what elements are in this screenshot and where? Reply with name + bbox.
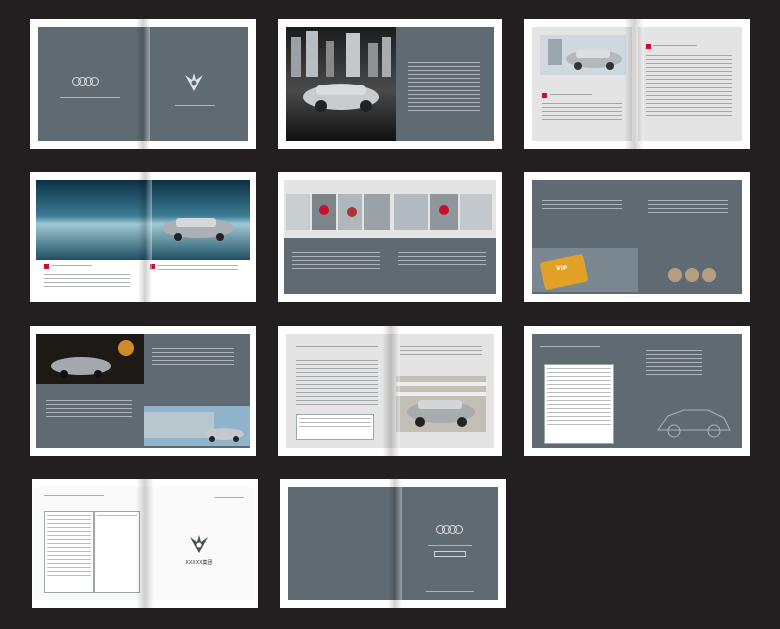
page-left: [532, 334, 638, 448]
company-name: XXXXX集团: [185, 560, 213, 566]
text-lines: [542, 200, 622, 212]
text-lines: [152, 348, 234, 368]
text-lines: [158, 265, 238, 273]
page-left: VIP: [532, 180, 638, 294]
brochure-spread-1: [30, 19, 256, 149]
text-lines: [214, 497, 244, 501]
page-right: [638, 27, 742, 141]
application-form-table: [44, 511, 94, 593]
brochure-spread-10: XXXXX集团: [32, 479, 258, 608]
text-lines: [428, 545, 472, 549]
text-lines: [550, 94, 592, 98]
page-left: [532, 27, 632, 141]
spec-table: [296, 414, 374, 440]
text-lines: [542, 103, 622, 123]
staff-photos-image: [394, 194, 492, 230]
page-right: [394, 487, 498, 600]
page-right: [390, 334, 494, 448]
brochure-spread-5: [278, 172, 502, 302]
text-lines: [296, 346, 378, 350]
page-left: [284, 180, 390, 294]
page-left: [288, 487, 394, 600]
page-left: [34, 487, 144, 600]
car-photo-image: [540, 35, 626, 75]
page-left: [38, 27, 143, 141]
dealership-photo-image: [144, 406, 250, 446]
audi-rings-logo: [72, 77, 99, 86]
garage-car-photo-image: [396, 376, 486, 432]
night-car-photo-image: [36, 334, 144, 384]
brochure-spread-6: VIP: [524, 172, 750, 302]
page-right: [638, 334, 742, 448]
page-right: [638, 180, 742, 294]
page-left: [286, 334, 390, 448]
brochure-spread-4: [30, 172, 256, 302]
page-left-city-photo: [286, 27, 396, 141]
page-right: [390, 180, 496, 294]
service-photos-image: [286, 194, 390, 230]
notes-box: [94, 511, 140, 593]
eagle-logo-icon: [181, 71, 207, 93]
vip-card-image: [532, 248, 638, 292]
text-lines: [426, 591, 474, 595]
text-lines: [646, 350, 702, 378]
eagle-logo-icon: [186, 533, 212, 555]
brochure-spread-9: [524, 326, 750, 456]
car-wireframe-image: [657, 409, 731, 438]
text-lines: [408, 62, 480, 114]
brochure-spread-8: [278, 326, 502, 456]
text-lines: [653, 45, 697, 49]
page-left: [36, 334, 144, 448]
city-skyline-image: [291, 31, 391, 112]
text-lines: [44, 274, 130, 290]
text-lines: [648, 200, 728, 216]
text-lines: [540, 346, 600, 350]
vip-card-label: VIP: [556, 265, 568, 272]
page-right: [144, 334, 250, 448]
text-lines: [52, 265, 92, 269]
text-lines: [175, 105, 215, 109]
text-lines: [60, 97, 120, 101]
text-lines: [398, 252, 486, 268]
car-image: [162, 218, 234, 241]
brochure-spread-11: [280, 479, 506, 608]
brochure-spread-2: [278, 19, 502, 149]
brochure-spread-3: [524, 19, 750, 149]
page-right: [396, 27, 494, 141]
audi-rings-logo: [436, 525, 463, 534]
text-lines: [400, 346, 482, 358]
text-lines: [646, 55, 732, 119]
page-right: XXXXX集团: [144, 487, 254, 600]
page-right: [143, 27, 248, 141]
text-lines: [44, 495, 104, 499]
brochure-spread-7: [30, 326, 256, 456]
service-table: [544, 364, 614, 444]
text-lines: [46, 400, 132, 420]
text-lines: [296, 360, 378, 408]
text-lines: [292, 252, 380, 272]
